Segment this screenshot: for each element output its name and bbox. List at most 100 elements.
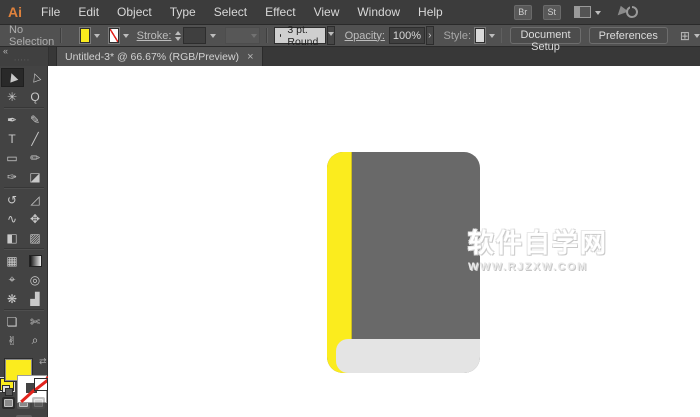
menu-item-help[interactable]: Help (409, 0, 452, 24)
opacity-expand-button[interactable]: › (426, 26, 434, 45)
book-bottom-band-shape[interactable] (336, 339, 480, 373)
draw-inside-button (32, 397, 45, 410)
workspace-switcher[interactable] (573, 6, 601, 18)
stroke-color-swatch[interactable] (108, 28, 119, 43)
type-icon: T (8, 131, 16, 146)
draw-normal-button[interactable] (2, 397, 15, 410)
pencil-tool[interactable]: ✏ (24, 148, 47, 167)
default-fill-stroke-icon[interactable] (1, 385, 13, 396)
direct-selection-tool[interactable]: ▷ (24, 68, 47, 87)
mesh-tool[interactable]: ▦ (1, 251, 24, 270)
swap-fill-stroke-icon[interactable]: ⇄ (39, 356, 47, 367)
watermark-text: 软件自学网 (468, 228, 609, 258)
chevron-down-icon (251, 34, 258, 41)
pen-tool[interactable]: ✒ (1, 110, 24, 129)
fill-dropdown-chevron[interactable] (93, 34, 100, 41)
brush-definition-select[interactable]: 3 pt. Round (273, 24, 326, 48)
stroke-weight-stepper[interactable] (175, 28, 182, 44)
opacity-label[interactable]: Opacity: (345, 30, 385, 42)
style-swatch-select[interactable] (475, 28, 485, 43)
menu-item-window[interactable]: Window (348, 0, 409, 24)
fill-color-swatch[interactable] (79, 28, 90, 43)
opacity-input[interactable]: 100% (388, 27, 426, 44)
panel-grip-icon[interactable]: ∙∙∙∙∙ (14, 56, 30, 64)
document-tab-bar: « ∙∙∙∙∙ Untitled-3* @ 66.67% (RGB/Previe… (0, 47, 700, 68)
hand-tool[interactable]: ✌ (1, 331, 24, 350)
stroke-dropdown-chevron[interactable] (122, 34, 129, 41)
menu-item-type[interactable]: Type (161, 0, 205, 24)
artboard-icon: ❏ (6, 314, 18, 329)
separator (500, 28, 503, 43)
workspace-icon (573, 6, 591, 18)
magic-wand-tool[interactable]: ✳ (1, 87, 24, 106)
align-options-icon[interactable]: ⊞ (680, 29, 690, 43)
menu-item-object[interactable]: Object (108, 0, 161, 24)
eyedropper-icon: ⌖ (8, 272, 16, 286)
align-options-chevron[interactable] (693, 34, 700, 41)
cs-live-button[interactable] (617, 4, 638, 19)
perspective-grid-icon: ▨ (29, 230, 41, 245)
stroke-label[interactable]: Stroke: (137, 30, 172, 42)
style-panel-button[interactable]: St (542, 4, 561, 20)
document-tab[interactable]: Untitled-3* @ 66.67% (RGB/Preview) × (56, 47, 263, 67)
menu-item-edit[interactable]: Edit (69, 0, 108, 24)
stroke-weight-select[interactable] (183, 27, 207, 44)
stroke-weight-chevron[interactable] (210, 34, 217, 41)
artboard-tool[interactable]: ❏ (1, 312, 24, 331)
toolbar-separator (3, 187, 44, 189)
gradient-tool[interactable] (24, 251, 47, 270)
menu-bar: Ai File Edit Object Type Select Effect View Win… (0, 0, 700, 25)
shape-builder-tool[interactable]: ◧ (1, 228, 24, 247)
eraser-tool[interactable]: ◪ (24, 167, 47, 186)
brush-preview-dot-icon (279, 34, 282, 37)
symbol-sprayer-tool[interactable]: ❋ (1, 289, 24, 308)
blend-tool[interactable]: ◎ (24, 270, 47, 289)
book-artwork[interactable] (327, 152, 480, 373)
slice-icon: ✄ (29, 314, 41, 329)
rectangle-tool[interactable]: ▭ (1, 148, 24, 167)
free-transform-icon: ✥ (29, 211, 41, 226)
tools-panel: ▶ ▷ ✳ Ǫ ✒ ✎ T ╱ ▭ ✏ ✑ ◪ ↺ ◿ ∿ ✥ ◧ ▨ ▦ ⌖ ◎ ❋ ▟ ❏ ✄ ✌ ⌕ ⇄ (0, 66, 48, 417)
watermark: 软件自学网 WWW.RJZXW.COM (468, 223, 608, 273)
tools-panel-header: « ∙∙∙∙∙ (0, 47, 49, 67)
paintbrush-tool[interactable]: ✎ (24, 110, 47, 129)
app-logo[interactable]: Ai (8, 4, 22, 20)
blob-brush-tool[interactable]: ✑ (1, 167, 24, 186)
menu-item-effect[interactable]: Effect (256, 0, 304, 24)
width-tool[interactable]: ∿ (1, 209, 24, 228)
style-dropdown-chevron[interactable] (488, 34, 495, 41)
zoom-tool[interactable]: ⌕ (24, 331, 47, 350)
watermark-url: WWW.RJZXW.COM (468, 261, 588, 273)
lasso-tool[interactable]: Ǫ (24, 87, 47, 106)
close-icon[interactable]: × (247, 52, 253, 63)
menu-item-view[interactable]: View (305, 0, 349, 24)
line-segment-tool[interactable]: ╱ (24, 129, 47, 148)
preferences-button[interactable]: Preferences (588, 27, 668, 44)
free-transform-tool[interactable]: ✥ (24, 209, 47, 228)
style-label: Style: (443, 29, 472, 42)
document-setup-button[interactable]: Document Setup (510, 27, 581, 53)
column-graph-tool[interactable]: ▟ (24, 289, 47, 308)
brush-panel-button[interactable]: Br (513, 4, 532, 20)
brush-definition-value: 3 pt. Round (287, 23, 319, 48)
stepper-up-icon (175, 28, 182, 35)
selection-tool[interactable]: ▶ (0, 68, 24, 87)
type-tool[interactable]: T (1, 129, 24, 148)
variable-width-profile-select[interactable] (225, 27, 261, 44)
scale-tool[interactable]: ◿ (24, 190, 47, 209)
perspective-grid-tool[interactable]: ▨ (24, 228, 47, 247)
artboard-canvas[interactable]: 软件自学网 WWW.RJZXW.COM (48, 66, 700, 417)
collapse-panel-button[interactable]: « (3, 47, 8, 56)
brush-definition-chevron[interactable] (326, 26, 335, 45)
shape-builder-icon: ◧ (6, 230, 18, 245)
rotate-tool[interactable]: ↺ (1, 190, 24, 209)
eyedropper-tool[interactable]: ⌖ (1, 270, 24, 289)
menu-item-select[interactable]: Select (205, 0, 256, 24)
menu-item-file[interactable]: File (32, 0, 69, 24)
none-button[interactable] (33, 378, 48, 392)
slice-tool[interactable]: ✄ (24, 312, 47, 331)
selection-icon: ▶ (5, 71, 20, 84)
rectangle-icon: ▭ (6, 150, 18, 165)
selection-status-label: No Selection (9, 23, 55, 48)
symbol-sprayer-icon: ❋ (6, 291, 18, 306)
